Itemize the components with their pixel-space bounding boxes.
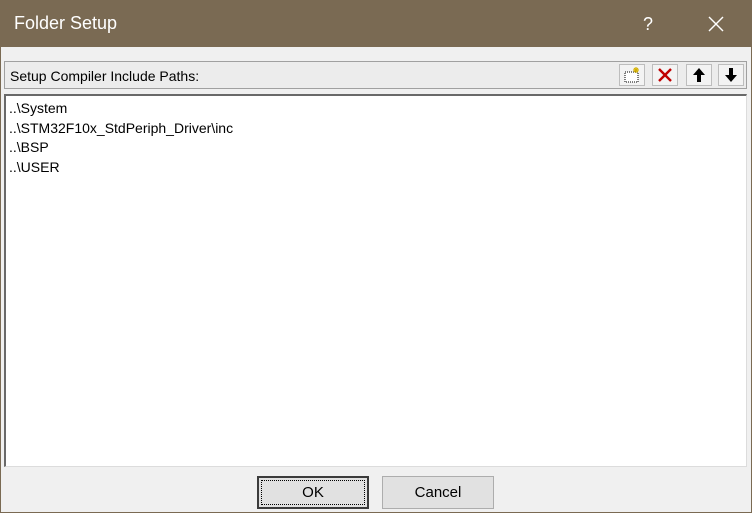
title-bar: Folder Setup ? — [1, 1, 751, 47]
delete-path-button[interactable] — [652, 64, 678, 86]
move-up-button[interactable] — [686, 64, 712, 86]
list-item[interactable]: ..\System — [6, 99, 746, 119]
delete-icon — [658, 68, 672, 82]
include-paths-header: Setup Compiler Include Paths: — [4, 61, 747, 89]
list-item[interactable]: ..\USER — [6, 158, 746, 178]
include-paths-list[interactable]: ..\System ..\STM32F10x_StdPeriph_Driver\… — [4, 94, 747, 467]
cancel-button[interactable]: Cancel — [382, 476, 494, 509]
new-folder-icon — [624, 67, 639, 83]
move-up-icon — [693, 68, 705, 82]
new-path-button[interactable] — [619, 64, 645, 86]
include-paths-label: Setup Compiler Include Paths: — [10, 68, 200, 84]
close-icon — [708, 16, 724, 32]
list-item[interactable]: ..\BSP — [6, 138, 746, 158]
help-button[interactable]: ? — [625, 1, 671, 47]
list-item[interactable]: ..\STM32F10x_StdPeriph_Driver\inc — [6, 119, 746, 139]
folder-setup-dialog: Folder Setup ? Setup Compiler Include Pa… — [0, 0, 752, 513]
close-button[interactable] — [693, 1, 739, 47]
window-title: Folder Setup — [14, 13, 118, 33]
move-down-button[interactable] — [718, 64, 744, 86]
move-down-icon — [725, 68, 737, 82]
ok-button[interactable]: OK — [257, 476, 369, 509]
